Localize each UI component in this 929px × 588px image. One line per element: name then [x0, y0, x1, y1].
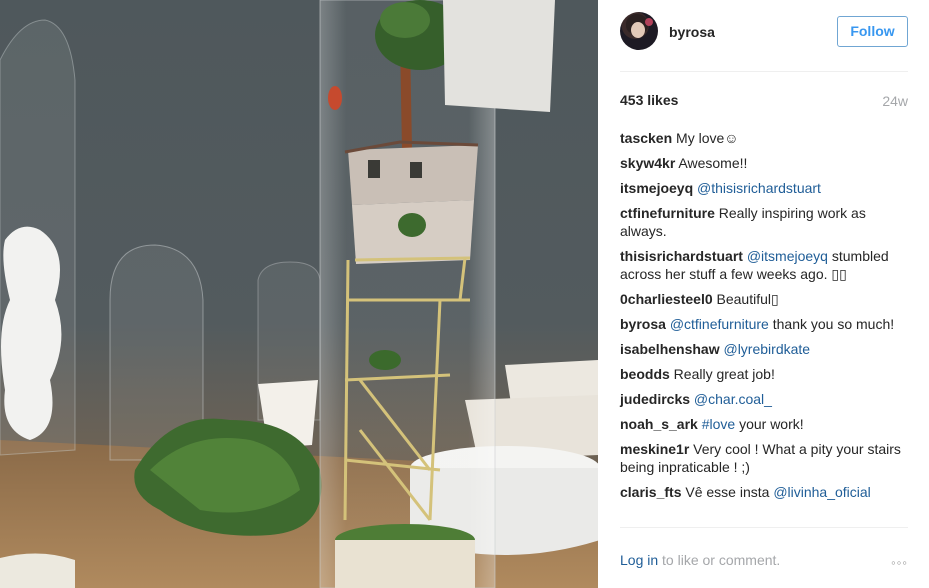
comment-username[interactable]: skyw4kr	[620, 155, 675, 171]
comment-username[interactable]: claris_fts	[620, 484, 681, 500]
comment-text: Vê esse insta	[681, 484, 774, 500]
comment-username[interactable]: tascken	[620, 130, 672, 146]
comment-item: byrosa @ctfinefurniture thank you so muc…	[620, 315, 910, 333]
post-photo[interactable]	[0, 0, 598, 588]
comment-mention-link[interactable]: @lyrebirdkate	[723, 341, 810, 357]
comment-text: Beautiful▯	[712, 291, 779, 307]
comment-text: Awesome!!	[675, 155, 748, 171]
comment-item: tascken My love☺	[620, 129, 910, 147]
post-side-panel: byrosa Follow 453 likes 24w tascken My l…	[598, 0, 929, 588]
comment-item: noah_s_ark #love your work!	[620, 415, 910, 433]
comment-mention-link[interactable]: @thisisrichardstuart	[697, 180, 821, 196]
comments-list: tascken My love☺ skyw4kr Awesome!! itsmejo…	[620, 129, 910, 508]
comment-text: My love☺	[672, 130, 739, 146]
comment-username[interactable]: byrosa	[620, 316, 666, 332]
comment-username[interactable]: 0charliesteel0	[620, 291, 713, 307]
post-footer: Log in to like or comment. ◦◦◦	[620, 527, 908, 588]
comment-item: itsmejoeyq @thisisrichardstuart	[620, 179, 910, 197]
comment-mention-link[interactable]: @itsmejoeyq	[747, 248, 828, 264]
post-header: byrosa Follow	[620, 12, 908, 72]
comment-username[interactable]: beodds	[620, 366, 670, 382]
comment-mention-link[interactable]: @ctfinefurniture	[670, 316, 769, 332]
comment-item: claris_fts Vê esse insta @livinha_oficia…	[620, 483, 910, 501]
follow-button[interactable]: Follow	[837, 16, 908, 47]
comment-item: ctfinefurniture Really inspiring work as…	[620, 204, 910, 240]
comment-username[interactable]: meskine1r	[620, 441, 689, 457]
comment-mention-link[interactable]: @livinha_oficial	[773, 484, 870, 500]
comment-item: judedircks @char.coal_	[620, 390, 910, 408]
comment-item: beodds Really great job!	[620, 365, 910, 383]
comment-item: skyw4kr Awesome!!	[620, 154, 910, 172]
comment-mention-link[interactable]: @char.coal_	[694, 391, 772, 407]
photo-illustration	[0, 0, 598, 588]
login-prompt: Log in to like or comment.	[620, 552, 780, 568]
comment-mention-link[interactable]: #love	[702, 416, 735, 432]
comment-username[interactable]: itsmejoeyq	[620, 180, 693, 196]
comment-item: meskine1r Very cool ! What a pity your s…	[620, 440, 910, 476]
post-username[interactable]: byrosa	[669, 24, 715, 40]
comment-text: your work!	[735, 416, 804, 432]
comment-username[interactable]: thisisrichardstuart	[620, 248, 743, 264]
comment-item: 0charliesteel0 Beautiful▯	[620, 290, 910, 308]
comment-text: thank you so much!	[768, 316, 895, 332]
avatar-flower	[645, 18, 653, 26]
avatar[interactable]	[620, 12, 658, 50]
comment-item: thisisrichardstuart @itsmejoeyq stumbled…	[620, 247, 910, 283]
comment-username[interactable]: judedircks	[620, 391, 690, 407]
login-link[interactable]: Log in	[620, 552, 658, 568]
avatar-face	[631, 22, 645, 38]
login-prompt-text: to like or comment.	[658, 552, 781, 568]
comment-username[interactable]: ctfinefurniture	[620, 205, 715, 221]
post-age[interactable]: 24w	[882, 93, 908, 109]
comment-text: Really great job!	[669, 366, 775, 382]
comment-item: isabelhenshaw @lyrebirdkate	[620, 340, 910, 358]
likes-count[interactable]: 453 likes	[620, 92, 678, 108]
comment-username[interactable]: noah_s_ark	[620, 416, 698, 432]
more-options-icon[interactable]: ◦◦◦	[891, 555, 908, 570]
comment-username[interactable]: isabelhenshaw	[620, 341, 720, 357]
